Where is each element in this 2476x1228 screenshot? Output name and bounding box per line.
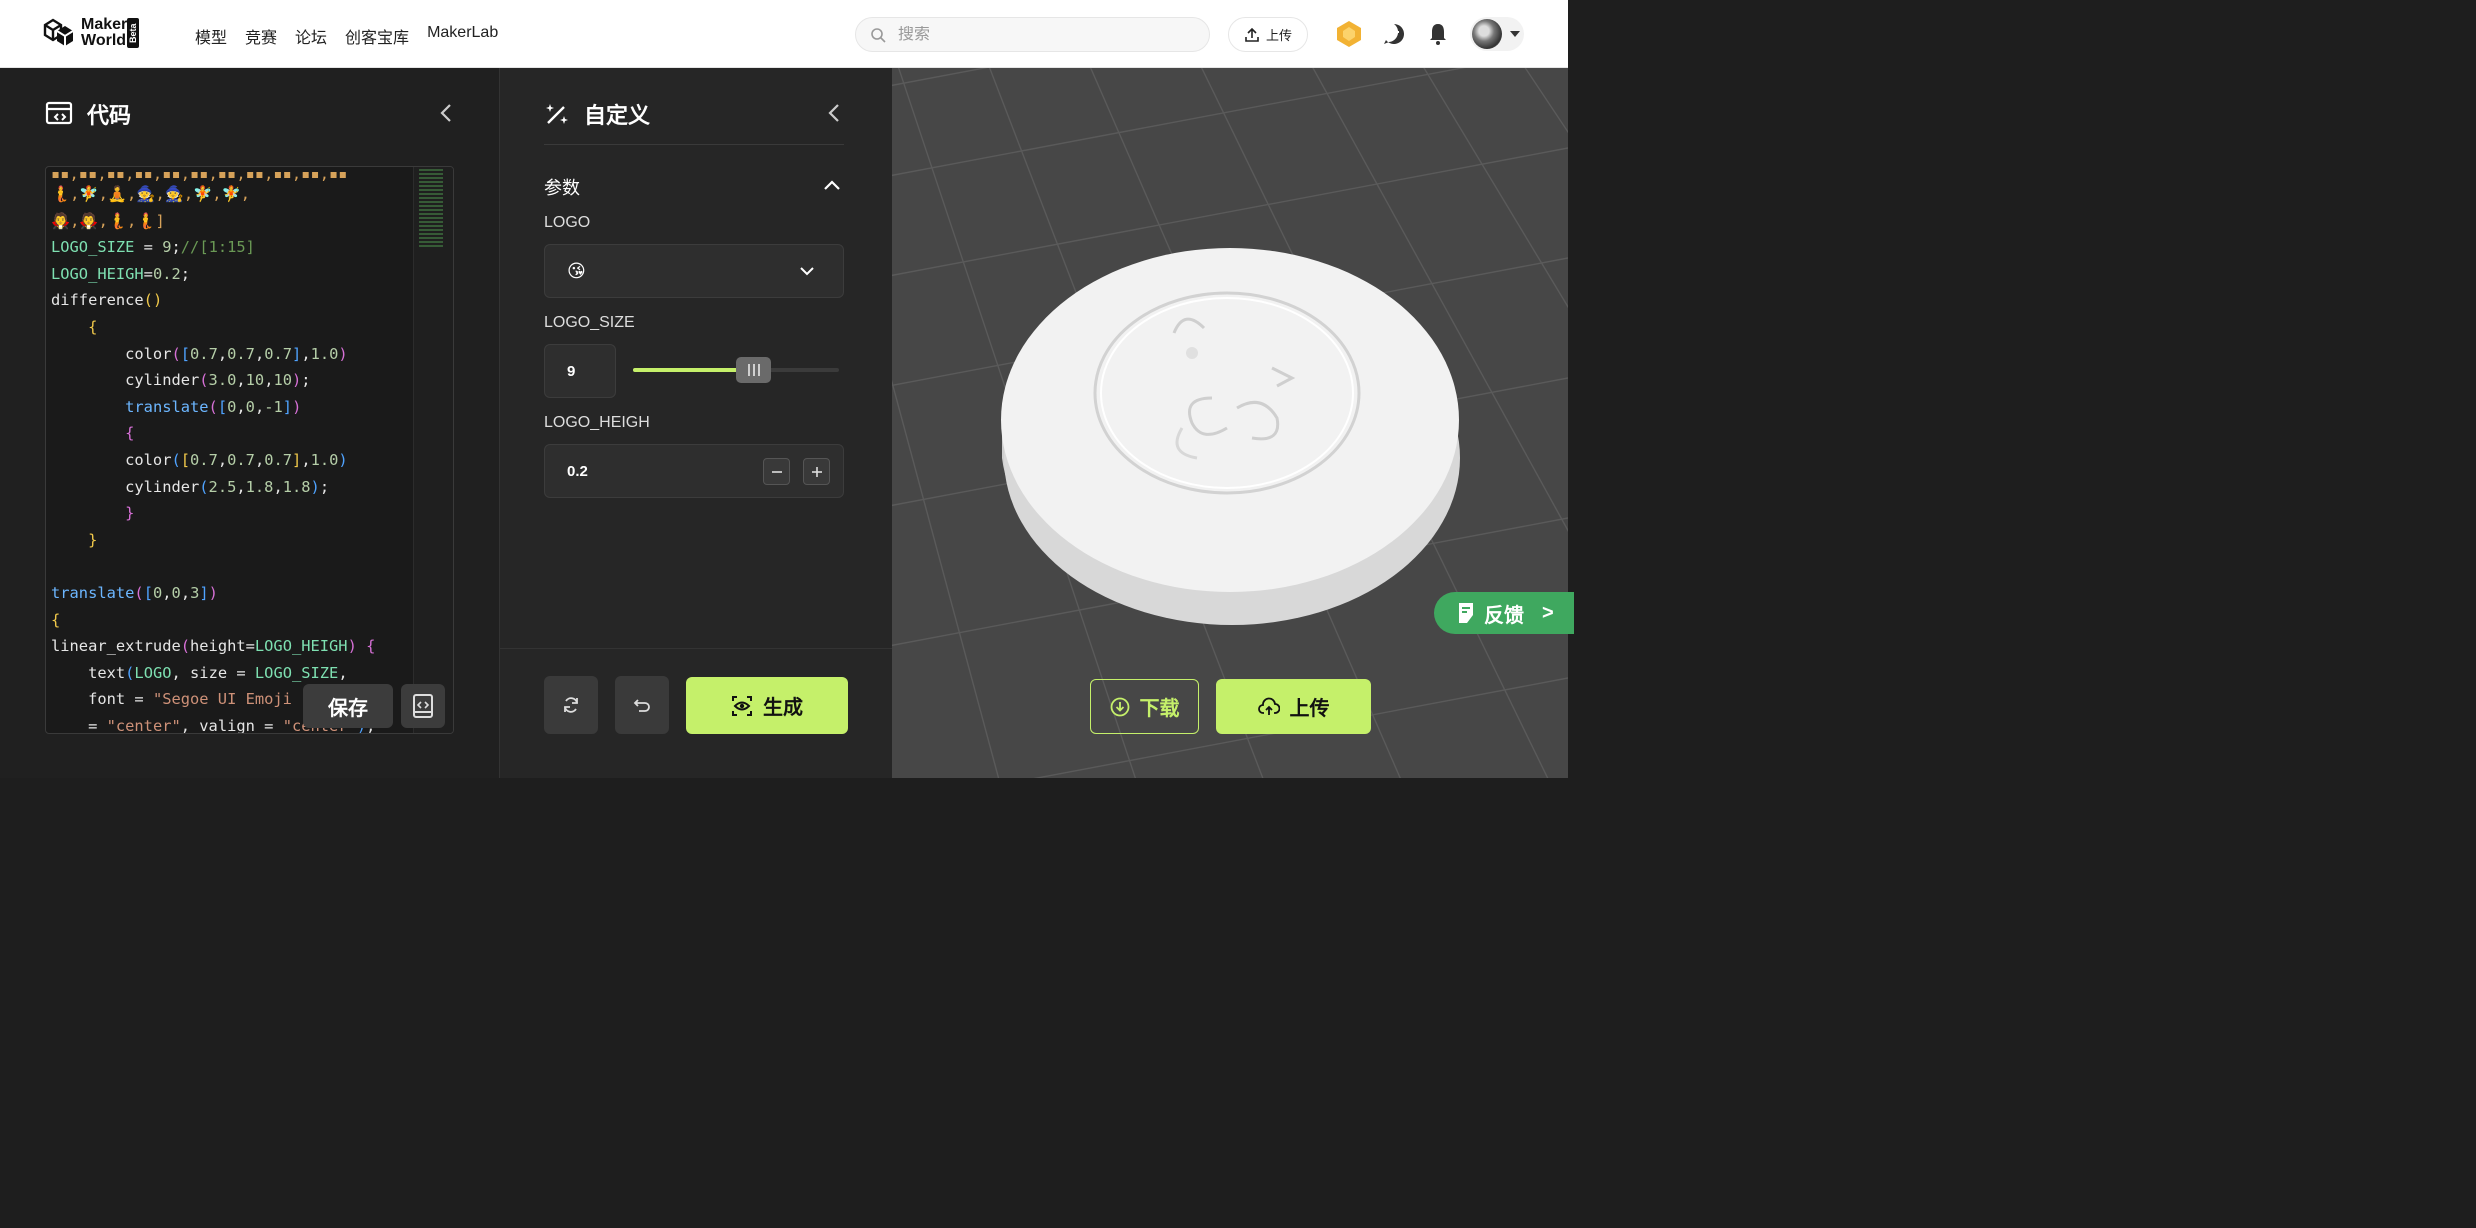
code-panel-title: 代码 xyxy=(87,103,132,128)
header-divider xyxy=(544,144,844,145)
customize-panel-title: 自定义 xyxy=(584,103,651,128)
logo-heigh-value[interactable]: 0.2 xyxy=(567,463,588,480)
logo-line-1: Maker xyxy=(81,16,128,33)
logo-heigh-param-label: LOGO_HEIGH xyxy=(544,414,650,431)
header-upload-button[interactable]: 上传 xyxy=(1228,17,1308,52)
logo-line-2: World xyxy=(81,32,127,49)
nav-item-contests[interactable]: 竞赛 xyxy=(245,24,277,48)
code-minimap[interactable] xyxy=(413,167,453,733)
params-section-title[interactable]: 参数 xyxy=(544,174,580,200)
chevron-left-icon xyxy=(440,104,451,122)
feedback-arrow: > xyxy=(1542,601,1554,624)
footer-divider xyxy=(500,648,892,649)
docs-button[interactable] xyxy=(401,684,445,728)
nav-item-maker-treasury[interactable]: 创客宝库 xyxy=(345,24,409,48)
logo-wordmark: Maker World xyxy=(81,17,127,49)
feedback-tab[interactable]: 反馈 > xyxy=(1434,592,1574,634)
feedback-label: 反馈 xyxy=(1484,604,1524,627)
minus-icon xyxy=(771,470,782,473)
makerworld-logo-icon xyxy=(43,18,74,46)
increment-button[interactable] xyxy=(803,458,830,485)
undo-icon xyxy=(633,699,650,712)
code-editor[interactable]: ▪▪,▪▪,▪▪,▪▪,▪▪,▪▪,▪▪,▪▪,▪▪,▪▪,▪▪ 🧜,🧚,🧘,🧙… xyxy=(45,166,454,734)
minimap-viewport[interactable] xyxy=(419,169,443,247)
header-upload-label: 上传 xyxy=(1265,28,1292,43)
note-icon xyxy=(1459,603,1473,623)
collapse-customize-panel[interactable] xyxy=(822,101,846,125)
code-panel-header: 代码 xyxy=(45,98,131,130)
plus-icon xyxy=(811,466,822,477)
preview-grid xyxy=(892,68,1568,778)
upload-icon xyxy=(1245,27,1259,42)
chevron-down-icon xyxy=(800,267,814,276)
customize-panel-header: 自定义 xyxy=(544,98,650,130)
refresh-icon xyxy=(564,697,578,713)
chevron-left-icon xyxy=(828,104,839,122)
model-viewport[interactable]: 下载 上传 xyxy=(892,68,1568,778)
chevron-up-icon xyxy=(824,180,840,190)
user-menu[interactable] xyxy=(1470,17,1524,51)
search-input[interactable] xyxy=(898,25,1178,44)
generate-button[interactable]: 生成 xyxy=(686,677,848,734)
decrement-button[interactable] xyxy=(763,458,790,485)
download-label: 下载 xyxy=(1139,698,1180,720)
search-icon xyxy=(871,27,886,43)
logo-select[interactable]: 😘 xyxy=(544,244,844,298)
book-icon xyxy=(413,694,433,718)
message-icon[interactable] xyxy=(1380,20,1408,48)
logo-size-input[interactable]: 9 xyxy=(544,344,616,398)
code-text-area[interactable]: ▪▪,▪▪,▪▪,▪▪,▪▪,▪▪,▪▪,▪▪,▪▪,▪▪,▪▪ 🧜,🧚,🧘,🧙… xyxy=(46,167,412,733)
upload-model-label: 上传 xyxy=(1289,698,1330,720)
logo-select-value: 😘 xyxy=(567,260,586,281)
makerworld-logo[interactable]: Maker World Beta xyxy=(43,17,139,49)
bell-icon[interactable] xyxy=(1424,20,1452,48)
save-code-button[interactable]: 保存 xyxy=(303,684,393,728)
top-navbar: Maker World Beta 模型 竞赛 论坛 创客宝库 MakerLab … xyxy=(0,0,1568,68)
generate-label: 生成 xyxy=(763,697,803,719)
logo-size-param-label: LOGO_SIZE xyxy=(544,314,635,331)
logo-size-slider-handle[interactable] xyxy=(736,357,771,383)
main-nav: 模型 竞赛 论坛 创客宝库 MakerLab xyxy=(195,24,498,48)
search-bar[interactable] xyxy=(855,17,1210,52)
customize-panel: 自定义 参数 LOGO 😘 LOGO_SIZE 9 LOGO_HEIGH 0.2… xyxy=(500,68,892,778)
code-window-icon xyxy=(45,101,73,125)
logo-param-label: LOGO xyxy=(544,214,591,231)
cloud-upload-icon xyxy=(1257,697,1280,715)
download-button[interactable]: 下载 xyxy=(1090,679,1199,734)
beta-badge: Beta xyxy=(127,18,139,48)
avatar[interactable] xyxy=(1472,19,1502,49)
collapse-params-section[interactable] xyxy=(820,173,844,197)
code-panel: 代码 ▪▪,▪▪,▪▪,▪▪,▪▪,▪▪,▪▪,▪▪,▪▪,▪▪,▪▪ 🧜,🧚,… xyxy=(0,68,500,778)
nav-item-makerlab[interactable]: MakerLab xyxy=(427,24,498,48)
nav-item-models[interactable]: 模型 xyxy=(195,24,227,48)
wand-icon xyxy=(546,104,568,124)
upload-model-button[interactable]: 上传 xyxy=(1216,679,1371,734)
download-circle-icon xyxy=(1110,697,1129,716)
nav-item-forum[interactable]: 论坛 xyxy=(295,24,327,48)
coin-model xyxy=(1001,248,1460,625)
logo-heigh-stepper[interactable]: 0.2 xyxy=(544,444,844,498)
badge-icon[interactable] xyxy=(1335,20,1363,48)
logo-size-slider-fill xyxy=(633,368,743,372)
undo-button[interactable] xyxy=(615,676,669,734)
collapse-code-panel[interactable] xyxy=(434,101,458,125)
eye-scan-icon xyxy=(732,695,752,716)
chevron-down-icon xyxy=(1510,31,1520,37)
refresh-button[interactable] xyxy=(544,676,598,734)
